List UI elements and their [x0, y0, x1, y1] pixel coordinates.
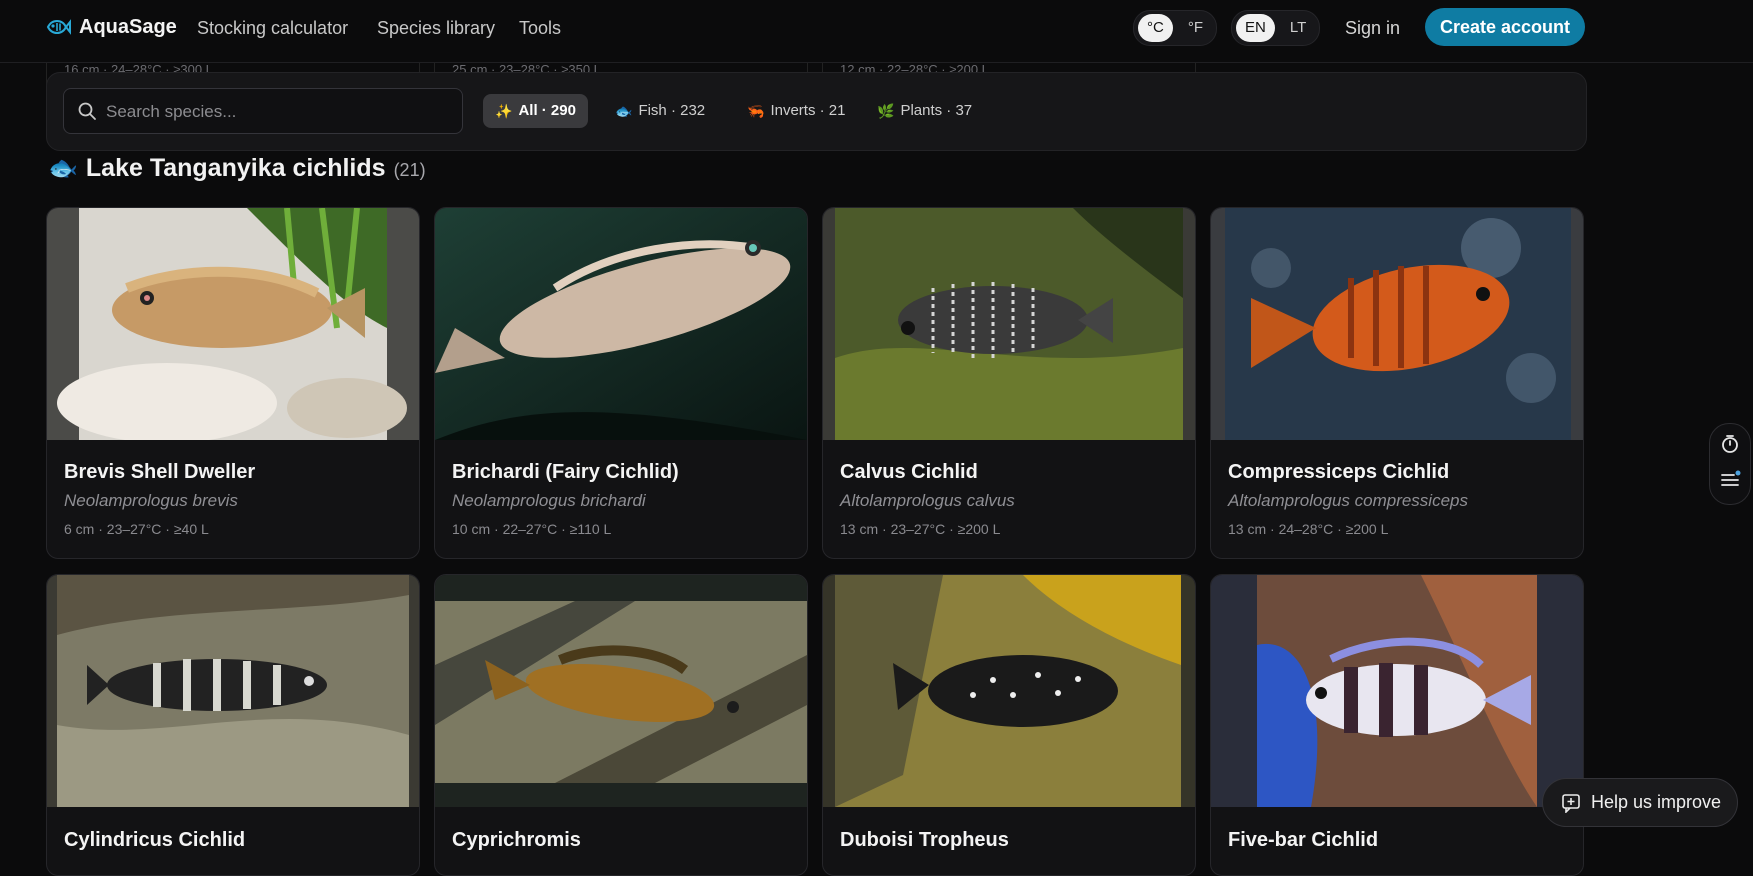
search-box	[63, 88, 463, 135]
filter-bar: ✨ All · 290 🐟 Fish · 232 🦐 Inverts · 21 …	[46, 72, 1587, 151]
species-photo	[1211, 208, 1583, 440]
help-us-improve-button[interactable]: Help us improve	[1542, 778, 1738, 827]
section-heading: 🐟 Lake Tanganyika cichlids (21)	[48, 154, 426, 183]
species-card[interactable]: Compressiceps Cichlid Altolamprologus co…	[1210, 207, 1584, 559]
section-title: Lake Tanganyika cichlids	[85, 154, 386, 182]
species-name: Brevis Shell Dweller	[64, 461, 256, 483]
species-meta: 13 cm · 24–28°C · ≥200 L	[1228, 521, 1389, 537]
species-meta: 10 cm · 22–27°C · ≥110 L	[452, 521, 612, 537]
species-scientific-name: Altolamprologus calvus	[840, 491, 1015, 510]
feedback-icon	[1562, 793, 1580, 813]
sign-in-link[interactable]: Sign in	[1345, 18, 1400, 39]
top-navbar: AquaSage Stocking calculator Species lib…	[0, 0, 1753, 63]
species-card[interactable]: Brevis Shell Dweller Neolamprologus brev…	[46, 207, 420, 559]
nav-link-tools[interactable]: Tools	[519, 18, 561, 39]
species-name: Brichardi (Fairy Cichlid)	[452, 461, 679, 483]
species-photo	[823, 208, 1195, 440]
species-scientific-name: Altolamprologus compressiceps	[1228, 491, 1468, 510]
species-card[interactable]: Duboisi Tropheus	[822, 574, 1196, 876]
timer-icon[interactable]	[1721, 434, 1739, 454]
lang-lt[interactable]: LT	[1281, 14, 1315, 42]
section-count: (21)	[393, 160, 426, 180]
filter-chip-fish[interactable]: 🐟 Fish · 232	[603, 94, 717, 128]
species-photo	[1211, 575, 1583, 807]
sparkles-icon: ✨	[495, 103, 513, 119]
species-photo	[47, 575, 419, 807]
search-icon	[78, 102, 96, 120]
species-name: Duboisi Tropheus	[840, 829, 1009, 851]
create-account-button[interactable]: Create account	[1425, 8, 1585, 46]
species-card[interactable]: Cylindricus Cichlid	[46, 574, 420, 876]
language-toggle: EN LT	[1231, 10, 1321, 46]
nav-link-stocking-calculator[interactable]: Stocking calculator	[197, 18, 348, 39]
fish-icon: 🐟	[615, 103, 633, 119]
species-name: Calvus Cichlid	[840, 461, 978, 483]
side-tools	[1709, 423, 1751, 505]
list-menu-icon[interactable]	[1720, 470, 1742, 490]
species-photo	[435, 575, 807, 807]
species-name: Cyprichromis	[452, 829, 581, 851]
help-label: Help us improve	[1591, 792, 1722, 812]
brand-name: AquaSage	[79, 15, 177, 38]
brand-logo[interactable]: AquaSage	[45, 14, 177, 40]
species-scientific-name: Neolamprologus brichardi	[452, 491, 646, 510]
filter-chip-label: Plants · 37	[900, 102, 973, 119]
species-meta: 6 cm · 23–27°C · ≥40 L	[64, 521, 209, 537]
species-photo	[823, 575, 1195, 807]
species-name: Cylindricus Cichlid	[64, 829, 246, 851]
search-input[interactable]	[104, 89, 448, 135]
unit-celsius[interactable]: °C	[1138, 14, 1173, 42]
filter-chip-label: Inverts · 21	[770, 102, 846, 119]
species-name: Compressiceps Cichlid	[1228, 461, 1450, 483]
filter-chip-all[interactable]: ✨ All · 290	[483, 94, 588, 128]
filter-chip-inverts[interactable]: 🦐 Inverts · 21	[735, 94, 857, 128]
plant-icon: 🌿	[877, 103, 895, 119]
nav-link-species-library[interactable]: Species library	[377, 18, 495, 39]
filter-chip-label: All · 290	[518, 102, 576, 119]
species-card[interactable]: Five-bar Cichlid	[1210, 574, 1584, 876]
temperature-unit-toggle: °C °F	[1133, 10, 1218, 46]
species-name: Five-bar Cichlid	[1228, 829, 1379, 851]
unit-fahrenheit[interactable]: °F	[1179, 14, 1212, 42]
species-card[interactable]: Calvus Cichlid Altolamprologus calvus 13…	[822, 207, 1196, 559]
fish-icon: 🐟	[48, 155, 78, 182]
fish-logo-icon	[46, 19, 71, 35]
species-meta: 13 cm · 23–27°C · ≥200 L	[840, 521, 1001, 537]
shrimp-icon: 🦐	[747, 103, 765, 119]
filter-chip-label: Fish · 232	[638, 102, 706, 119]
species-card[interactable]: Brichardi (Fairy Cichlid) Neolamprologus…	[434, 207, 808, 559]
species-photo	[47, 208, 419, 440]
lang-en[interactable]: EN	[1236, 14, 1275, 42]
species-photo	[435, 208, 807, 440]
filter-chip-plants[interactable]: 🌿 Plants · 37	[865, 94, 984, 128]
species-scientific-name: Neolamprologus brevis	[64, 491, 238, 510]
species-card[interactable]: Cyprichromis	[434, 574, 808, 876]
